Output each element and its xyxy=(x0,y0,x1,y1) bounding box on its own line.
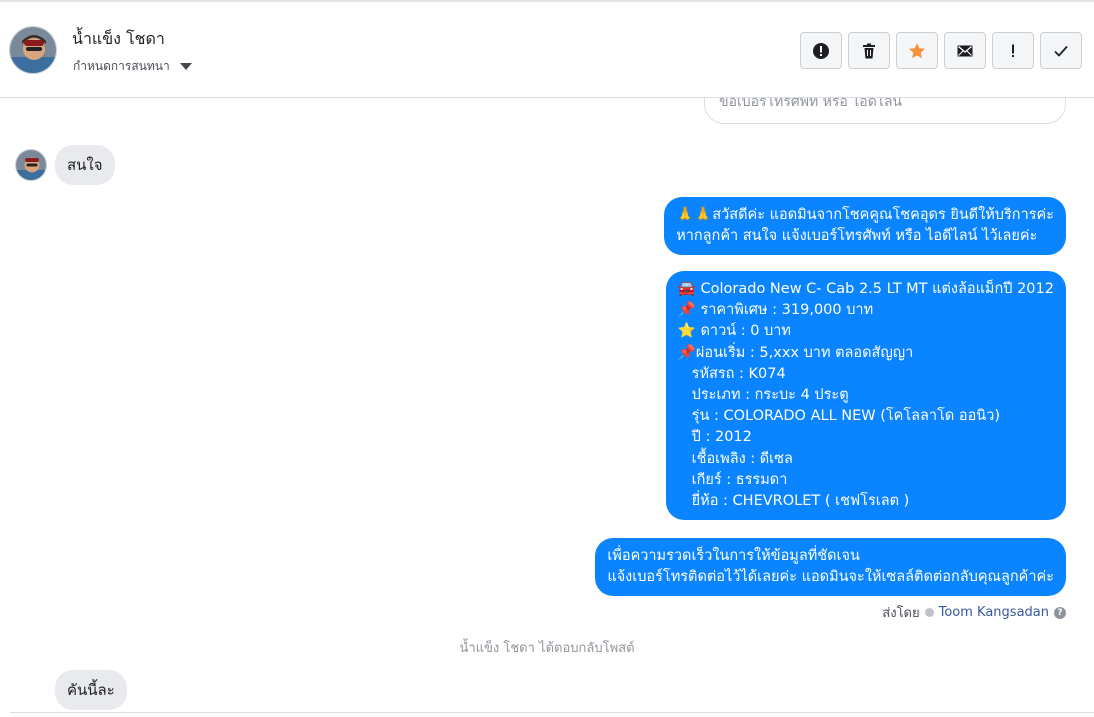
report-button[interactable] xyxy=(800,32,842,69)
sender-name-link[interactable]: Toom Kangsadan xyxy=(939,605,1049,620)
message-line: หากลูกค้า สนใจ แจ้งเบอร์โทรศัพท์ หรือ ไอ… xyxy=(676,228,1038,245)
price-line: 📌 ราคาพิเศษ : 319,000 บาท xyxy=(677,302,874,319)
gear-line: เกียร์ : ธรรมดา xyxy=(677,471,788,488)
delete-button[interactable] xyxy=(848,32,890,69)
mark-unread-button[interactable] xyxy=(944,32,986,69)
car-model-line: รุ่น : COLORADO ALL NEW (โคโลลาโด ออนิว) xyxy=(677,408,1001,425)
message-line: แจ้งเบอร์โทรติดต่อไว้ได้เลยค่ะ แอดมินจะใ… xyxy=(607,569,1054,586)
exclamation-icon xyxy=(1012,44,1014,57)
fuel-line: เชื้อเพลิง : ดีเซล xyxy=(677,450,793,467)
car-type-line: ประเภท : กระบะ 4 ประตู xyxy=(677,387,849,404)
follow-up-button[interactable] xyxy=(992,32,1034,69)
brand-line: ยี่ห้อ : CHEVROLET ( เชฟโรเลต ) xyxy=(677,493,910,510)
sent-by-label: ส่งโดย xyxy=(882,606,920,621)
installment-line: 📌ผ่อนเริ่ม : 5,xxx บาท ตลอดสัญญา xyxy=(677,344,914,361)
outgoing-message-car-details[interactable]: 🚘 Colorado New C- Cab 2.5 LT MT แต่งล้อแ… xyxy=(665,271,1066,521)
contact-name[interactable]: น้ำแข็ง โชดา xyxy=(72,27,165,52)
sender-avatar[interactable] xyxy=(15,149,47,181)
message-thread[interactable]: ขอเบอร์โทรศัพท์ หรือ ไอดีไลน์ สนใจ 🙏🙏สวั… xyxy=(0,98,1094,717)
composer-top-border xyxy=(10,712,1094,713)
outgoing-message-greeting[interactable]: 🙏🙏สวัสดีค่ะ แอดมินจากโชคคูณโชคอุดร ยินดี… xyxy=(664,197,1066,256)
partially-hidden-message-text: ขอเบอร์โทรศัพท์ หรือ ไอดีไลน์ xyxy=(719,98,902,110)
envelope-icon xyxy=(957,45,973,56)
conversation-header: น้ำแข็ง โชดา กำหนดการสนทนา xyxy=(0,0,1094,98)
trash-icon xyxy=(863,43,875,58)
assign-conversation-dropdown[interactable]: กำหนดการสนทนา xyxy=(73,57,192,76)
sent-by-info: ส่งโดย Toom Kangsadan ? xyxy=(882,602,1066,623)
car-year-line: ปี : 2012 xyxy=(677,429,752,446)
top-divider xyxy=(0,0,1094,2)
incoming-message[interactable]: คันนี้ละ xyxy=(55,670,127,710)
help-icon[interactable]: ? xyxy=(1054,606,1066,619)
outgoing-message-contact-request[interactable]: เพื่อความรวดเร็วในการให้ข้อมูลที่ชัดเจน … xyxy=(595,538,1066,597)
car-code-line: รหัสรถ : K074 xyxy=(677,365,786,382)
mark-done-button[interactable] xyxy=(1040,32,1082,69)
caret-down-icon xyxy=(179,63,192,70)
page-badge-icon xyxy=(924,608,934,617)
contact-avatar[interactable] xyxy=(9,26,57,74)
car-title-line: 🚘 Colorado New C- Cab 2.5 LT MT แต่งล้อแ… xyxy=(677,281,1054,297)
header-actions xyxy=(800,32,1082,69)
message-line: 🙏🙏สวัสดีค่ะ แอดมินจากโชคคูณโชคอุดร ยินดี… xyxy=(676,207,1054,223)
down-payment-line: ⭐ ดาวน์ : 0 บาท xyxy=(677,323,791,340)
message-line: เพื่อความรวดเร็วในการให้ข้อมูลที่ชัดเจน xyxy=(607,548,860,564)
star-icon xyxy=(909,42,925,58)
star-button[interactable] xyxy=(896,32,938,69)
post-reply-notice: น้ำแข็ง โชดา ได้ตอบกลับโพสต์ xyxy=(459,641,635,656)
assign-label: กำหนดการสนทนา xyxy=(73,59,170,73)
checkmark-icon xyxy=(1054,45,1068,57)
alert-circle-icon xyxy=(813,42,829,59)
partially-hidden-message: ขอเบอร์โทรศัพท์ หรือ ไอดีไลน์ xyxy=(704,98,1066,124)
incoming-message[interactable]: สนใจ xyxy=(55,145,115,185)
